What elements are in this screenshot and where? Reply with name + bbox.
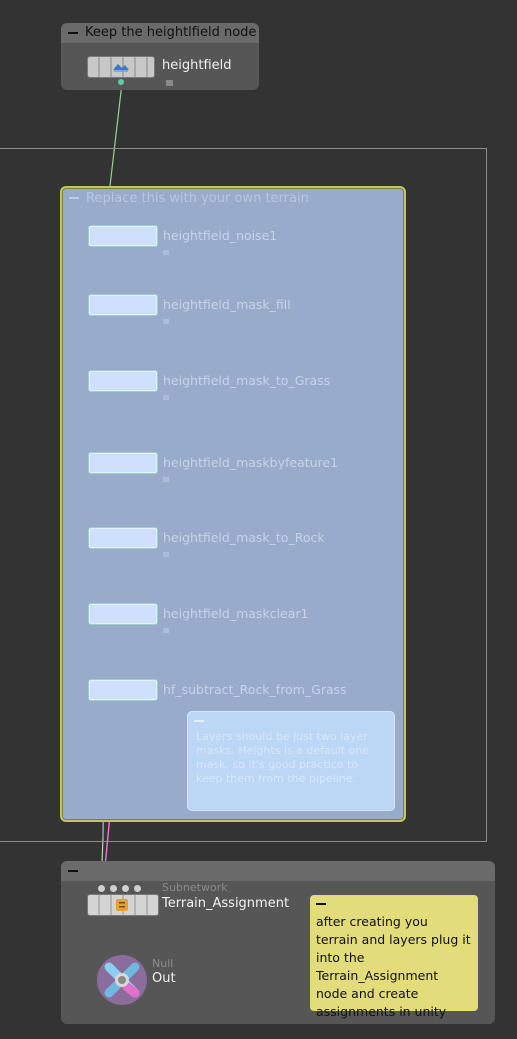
node-heightfield-mask-to-grass[interactable] <box>88 370 158 392</box>
node-label: heightfield_noise1 <box>163 228 278 243</box>
heightfield-node[interactable] <box>87 56 155 78</box>
node-flag-icon <box>166 80 173 86</box>
assignment-box[interactable]: Subnetwork Terrain_Assignment Null Out a… <box>61 861 495 1024</box>
collapse-icon[interactable] <box>67 865 79 877</box>
node-flag-icon <box>163 552 169 557</box>
node-type-label: Subnetwork <box>162 881 228 894</box>
node-label: heightfield_maskclear1 <box>163 606 309 621</box>
node-flag-icon <box>163 319 169 324</box>
assignment-note-text: after creating you terrain and layers pl… <box>316 914 471 1019</box>
input-connector[interactable] <box>98 885 105 892</box>
out-node-label: Out <box>152 971 176 986</box>
node-heightfield-mask-to-rock[interactable] <box>88 527 158 549</box>
terrain-sticky-note[interactable]: Layers should be just two layer masks. H… <box>187 711 395 811</box>
terrain-assignment-node[interactable] <box>87 894 159 916</box>
collapse-icon[interactable] <box>67 27 79 39</box>
terrain-note-text: Layers should be just two layer masks. H… <box>196 730 370 785</box>
node-label: heightfield_mask_to_Rock <box>163 530 325 545</box>
node-label: heightfield_mask_fill <box>163 297 291 312</box>
assignment-sticky-note[interactable]: after creating you terrain and layers pl… <box>310 895 478 1019</box>
node-label: heightfield_mask_to_Grass <box>163 373 331 388</box>
box-title: Keep the heightlfield node <box>85 25 257 40</box>
input-connector[interactable] <box>122 885 129 892</box>
node-flag-icon <box>163 477 169 482</box>
heightfield-label: heightfield <box>162 58 232 73</box>
node-type-label: Null <box>152 957 174 970</box>
node-heightfield-maskclear1[interactable] <box>88 603 158 625</box>
null-icon[interactable] <box>95 953 149 1007</box>
keep-heightfield-title-bar[interactable]: Keep the heightlfield node <box>61 23 259 43</box>
collapse-icon[interactable] <box>316 903 326 905</box>
terrain-box-title: Replace this with your own terrain <box>86 191 309 206</box>
collapse-icon[interactable] <box>69 197 79 199</box>
terrain-box[interactable]: Replace this with your own terrain heigh… <box>60 186 406 822</box>
subnetwork-icon <box>116 899 128 911</box>
node-heightfield-noise1[interactable] <box>88 225 158 247</box>
node-label: hf_subtract_Rock_from_Grass <box>163 682 347 697</box>
node-label: heightfield_maskbyfeature1 <box>163 455 339 470</box>
input-connector[interactable] <box>134 885 141 892</box>
input-connector[interactable] <box>110 885 117 892</box>
node-hf-subtract-rock-from-grass[interactable] <box>88 679 158 701</box>
node-flag-icon <box>163 395 169 400</box>
node-heightfield-mask-fill[interactable] <box>88 294 158 316</box>
terrain-assignment-label: Terrain_Assignment <box>162 896 290 911</box>
heightfield-icon <box>113 64 129 72</box>
assignment-title-bar[interactable] <box>61 861 495 881</box>
node-heightfield-maskbyfeature1[interactable] <box>88 452 158 474</box>
output-connector[interactable] <box>118 79 124 85</box>
collapse-icon[interactable] <box>194 720 204 722</box>
node-flag-icon <box>163 628 169 633</box>
node-flag-icon <box>163 250 169 255</box>
keep-heightfield-box[interactable]: Keep the heightlfield node heightfield <box>61 23 259 90</box>
